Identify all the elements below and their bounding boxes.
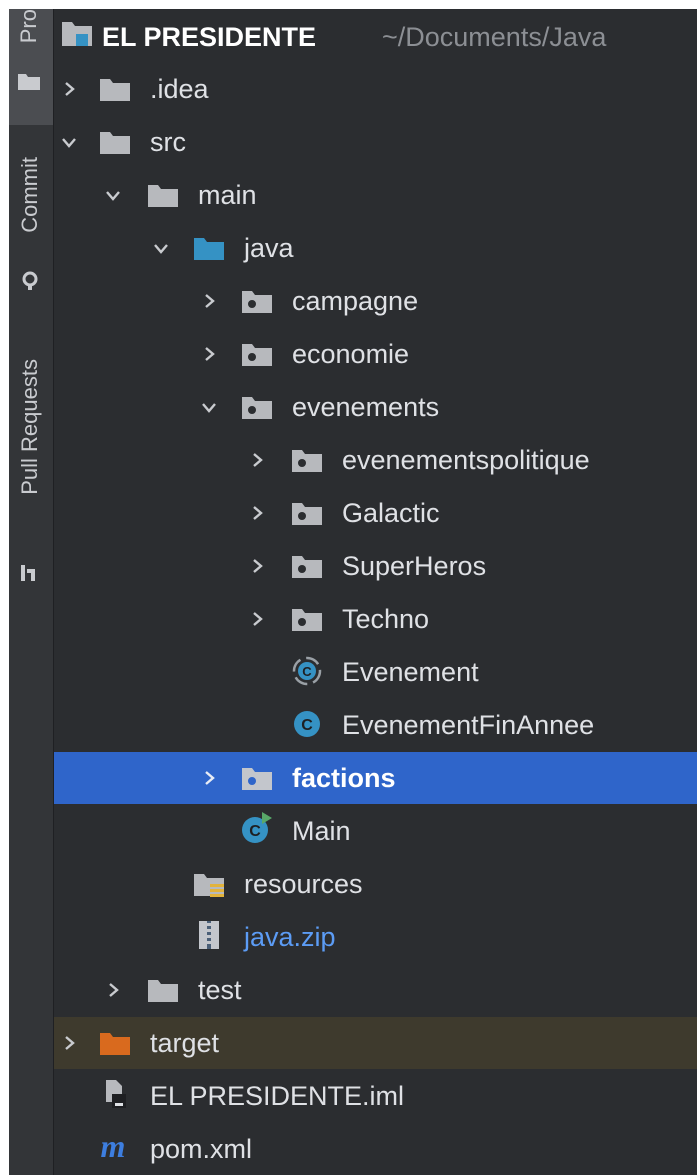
module-file-icon — [98, 1080, 132, 1108]
tree-item-label: SuperHeros — [342, 550, 487, 581]
tree-item-label: target — [150, 1027, 220, 1058]
folder-icon — [18, 74, 40, 90]
tree-item-label: pom.xml — [150, 1133, 253, 1164]
package-icon — [240, 764, 274, 792]
tree-item-label: test — [198, 974, 242, 1005]
tree-item-label: Main — [292, 815, 351, 846]
tree-item-target[interactable]: target — [54, 1017, 697, 1069]
chevron-right-icon[interactable] — [60, 1034, 78, 1052]
tree-item-label: Evenement — [342, 656, 479, 687]
tree-item-label: java — [244, 232, 294, 263]
zip-archive-icon — [192, 921, 226, 949]
tree-item-label: java.zip — [244, 921, 336, 952]
chevron-right-icon[interactable] — [248, 504, 266, 522]
commit-icon — [22, 271, 38, 290]
tree-item-resources[interactable]: resources — [54, 858, 697, 910]
tree-item-label: resources — [244, 868, 363, 899]
svg-text:m: m — [101, 1131, 126, 1163]
tree-item-main[interactable]: main — [54, 169, 697, 221]
tree-root-row[interactable]: EL PRESIDENTE ~/Documents/Java — [54, 9, 697, 65]
svg-text:C: C — [301, 717, 313, 734]
chevron-right-icon[interactable] — [200, 769, 218, 787]
tree-item-label: evenementspolitique — [342, 444, 590, 475]
abstract-class-icon: C — [290, 656, 324, 686]
chevron-down-icon[interactable] — [200, 398, 218, 416]
tree-item-evenementfinannee[interactable]: C EvenementFinAnnee — [54, 699, 697, 751]
commit-tool-tab[interactable]: Commit — [9, 139, 53, 309]
folder-icon — [98, 75, 132, 103]
commit-tab-label: Commit — [17, 157, 42, 233]
package-icon — [290, 552, 324, 580]
package-icon — [240, 393, 274, 421]
tree-item-campagne[interactable]: campagne — [54, 275, 697, 327]
pull-requests-tab-label: Pull Requests — [17, 359, 42, 495]
folder-icon — [98, 128, 132, 156]
package-icon — [240, 340, 274, 368]
excluded-folder-icon — [98, 1029, 132, 1057]
chevron-down-icon[interactable] — [152, 239, 170, 257]
tree-item-idea[interactable]: .idea — [54, 63, 697, 115]
maven-icon: m — [94, 1131, 128, 1163]
folder-icon — [146, 181, 180, 209]
chevron-right-icon[interactable] — [200, 292, 218, 310]
tree-item-evenement[interactable]: C Evenement — [54, 646, 697, 698]
pull-requests-tool-tab[interactable]: Pull Requests — [9, 349, 53, 589]
chevron-down-icon[interactable] — [60, 133, 78, 151]
folder-icon — [146, 976, 180, 1004]
resources-folder-icon — [192, 870, 226, 898]
tree-item-label: EvenementFinAnnee — [342, 709, 595, 740]
project-tree[interactable]: EL PRESIDENTE ~/Documents/Java .idea src… — [54, 9, 697, 1175]
package-icon — [290, 605, 324, 633]
window-top-edge — [0, 0, 697, 9]
tool-window-stripe: Pro Commit Pull Requests — [9, 9, 54, 1175]
tree-item-economie[interactable]: economie — [54, 328, 697, 380]
source-folder-icon — [192, 234, 226, 262]
package-icon — [240, 287, 274, 315]
tree-item-main-class[interactable]: C Main — [54, 805, 697, 857]
tree-item-java-zip[interactable]: java.zip — [54, 911, 697, 963]
tree-item-java[interactable]: java — [54, 222, 697, 274]
root-path: ~/Documents/Java — [382, 21, 607, 52]
chevron-right-icon[interactable] — [248, 451, 266, 469]
tree-item-label: evenements — [292, 391, 440, 422]
chevron-right-icon[interactable] — [104, 981, 122, 999]
tree-item-label: economie — [292, 338, 410, 369]
tree-item-factions[interactable]: factions — [54, 752, 697, 804]
module-folder-icon — [60, 19, 94, 47]
tree-item-galactic[interactable]: Galactic — [54, 487, 697, 539]
chevron-right-icon[interactable] — [248, 610, 266, 628]
svg-text:C: C — [249, 823, 261, 840]
pull-request-icon — [21, 565, 35, 581]
tree-item-pom[interactable]: m pom.xml — [54, 1123, 697, 1175]
tree-item-techno[interactable]: Techno — [54, 593, 697, 645]
project-tab-label: Pro — [16, 9, 41, 44]
tree-item-label: .idea — [150, 73, 209, 104]
tree-item-label: campagne — [292, 285, 419, 316]
root-name: EL PRESIDENTE — [102, 21, 317, 52]
window-left-edge — [0, 0, 9, 1175]
package-icon — [290, 446, 324, 474]
tree-item-superheros[interactable]: SuperHeros — [54, 540, 697, 592]
tree-item-label: factions — [292, 762, 396, 793]
package-icon — [290, 499, 324, 527]
chevron-down-icon[interactable] — [104, 186, 122, 204]
chevron-right-icon[interactable] — [60, 80, 78, 98]
tree-item-evenements[interactable]: evenements — [54, 381, 697, 433]
tree-item-evenementspolitique[interactable]: evenementspolitique — [54, 434, 697, 486]
project-tool-tab[interactable]: Pro — [9, 9, 53, 125]
tree-item-iml[interactable]: EL PRESIDENTE.iml — [54, 1070, 697, 1122]
tree-item-label: main — [198, 179, 257, 210]
tree-item-src[interactable]: src — [54, 116, 697, 168]
svg-text:C: C — [302, 664, 312, 679]
tree-item-test[interactable]: test — [54, 964, 697, 1016]
tree-item-label: Galactic — [342, 497, 440, 528]
chevron-right-icon[interactable] — [248, 557, 266, 575]
class-icon: C — [290, 710, 324, 738]
runnable-class-icon: C — [240, 812, 274, 843]
tree-item-label: EL PRESIDENTE.iml — [150, 1080, 405, 1111]
tree-item-label: Techno — [342, 603, 430, 634]
chevron-right-icon[interactable] — [200, 345, 218, 363]
tree-item-label: src — [150, 126, 186, 157]
